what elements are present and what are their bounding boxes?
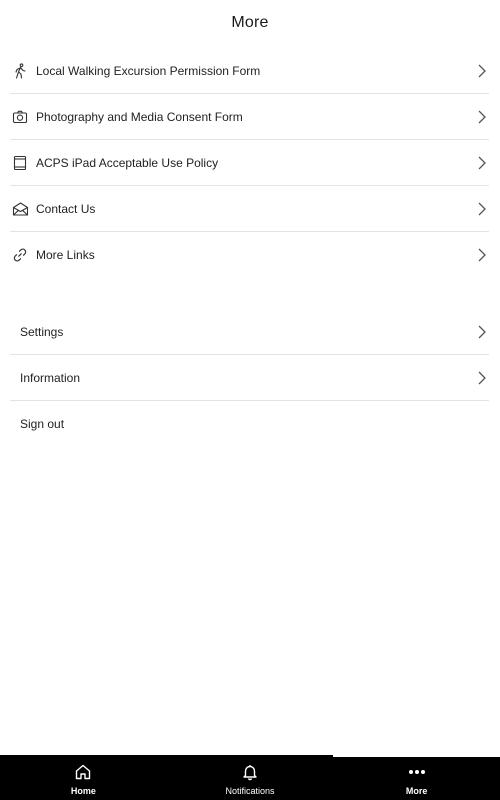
menu-item-contact-us[interactable]: Contact Us [10, 186, 489, 232]
header: More [0, 0, 500, 46]
menu-item-label: ACPS iPad Acceptable Use Policy [36, 155, 219, 170]
menu-item-walking-excursion-form[interactable]: Local Walking Excursion Permission Form [10, 48, 489, 94]
menu-item-label: Contact Us [36, 201, 96, 216]
menu-item-label: Local Walking Excursion Permission Form [36, 63, 261, 78]
primary-menu-list: Local Walking Excursion Permission Form … [10, 48, 489, 278]
tab-more[interactable]: More [333, 755, 500, 800]
menu-item-information[interactable]: Information [10, 355, 489, 401]
tab-home[interactable]: Home [0, 755, 167, 800]
tablet-icon [11, 154, 29, 172]
sign-out-button[interactable]: Sign out [10, 401, 489, 447]
menu-item-label: Photography and Media Consent Form [36, 109, 243, 124]
link-icon [11, 246, 29, 264]
more-screen: More Local Walking Excursion Permission … [0, 0, 500, 800]
home-icon [74, 763, 92, 781]
chevron-right-icon [475, 248, 489, 262]
page-title: More [231, 14, 269, 31]
menu-item-settings[interactable]: Settings [10, 309, 489, 355]
menu-item-label: Information [20, 370, 81, 385]
camera-icon [11, 108, 29, 126]
chevron-right-icon [475, 64, 489, 78]
chevron-right-icon [475, 202, 489, 216]
chevron-right-icon [475, 325, 489, 339]
envelope-icon [11, 200, 29, 218]
menu-item-label: Settings [20, 324, 64, 339]
menu-item-more-links[interactable]: More Links [10, 232, 489, 278]
menu-item-label: More Links [36, 248, 95, 262]
menu-item-label: Sign out [20, 417, 65, 431]
tab-label: Notifications [225, 786, 275, 796]
tab-label: Home [70, 786, 96, 796]
menu-item-ipad-use-policy[interactable]: ACPS iPad Acceptable Use Policy [10, 140, 489, 186]
chevron-right-icon [475, 110, 489, 124]
walking-person-icon [11, 62, 29, 80]
tab-notifications[interactable]: Notifications [167, 755, 334, 800]
tab-label: More [405, 786, 428, 796]
chevron-right-icon [475, 156, 489, 170]
more-dots-icon [407, 763, 427, 781]
menu-item-photography-consent-form[interactable]: Photography and Media Consent Form [10, 94, 489, 140]
bottom-tab-bar: Home Notifications More [0, 755, 500, 800]
secondary-menu-list: Settings Information Sign out [10, 309, 489, 447]
active-tab-indicator [333, 755, 500, 757]
bell-icon [241, 763, 259, 781]
chevron-right-icon [475, 371, 489, 385]
